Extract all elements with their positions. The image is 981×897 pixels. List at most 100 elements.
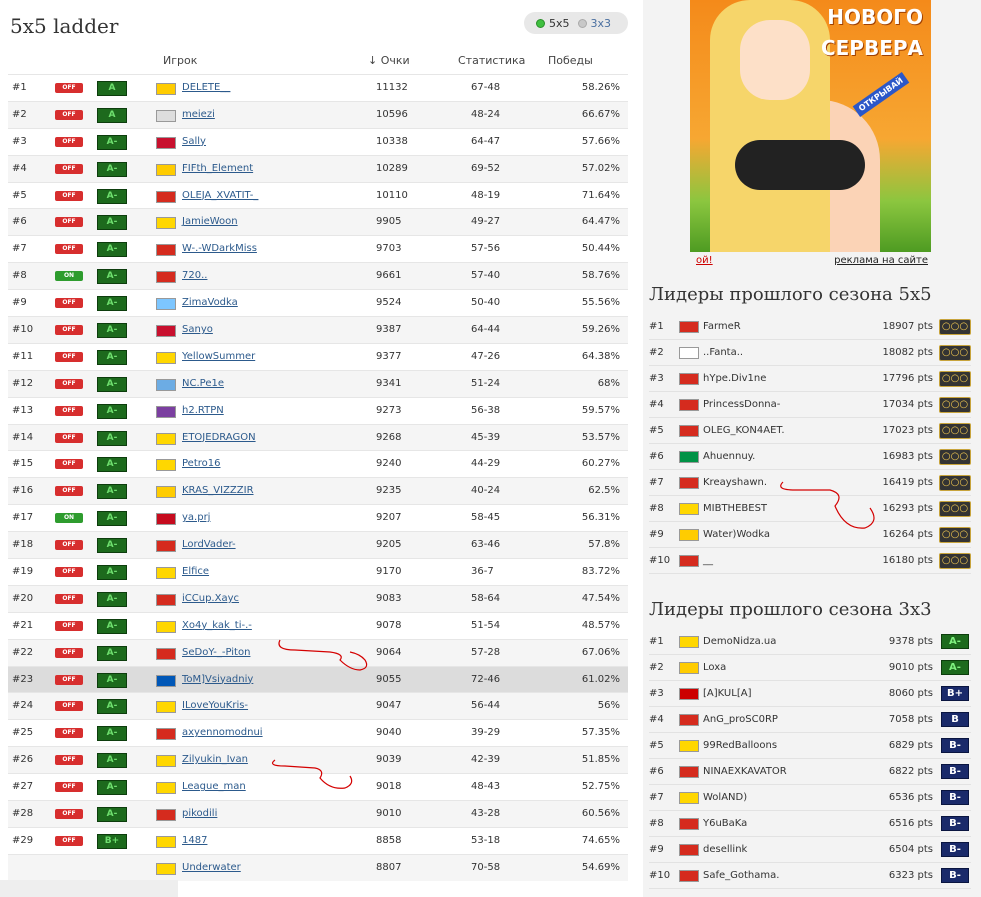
points-value: 6516 pts xyxy=(888,818,933,829)
points-value: 9083 xyxy=(376,592,402,604)
stats-value: 64-44 xyxy=(471,324,501,336)
column-stats[interactable]: Статистика xyxy=(458,54,525,67)
player-link[interactable]: Elfice xyxy=(182,566,209,577)
player-name[interactable]: __ xyxy=(703,555,713,566)
rank-label: #8 xyxy=(12,270,27,282)
status-badge: ON xyxy=(55,513,83,524)
level-badge: B xyxy=(941,712,969,727)
olympic-rings-icon: ○○○ xyxy=(939,397,971,413)
player-name[interactable]: MIBTHEBEST xyxy=(703,503,767,514)
table-row: #5 OFF A- OLEJA_XVATIT-_ 10110 48-19 71.64% xyxy=(8,181,628,209)
player-link[interactable]: ILoveYouKris- xyxy=(182,700,248,711)
player-link[interactable]: W-.-WDarkMiss xyxy=(182,243,257,254)
leader-row: #10 __ 16180 pts ○○○ xyxy=(649,548,971,574)
advertisement-banner[interactable]: НОВОГО СЕРВЕРА ОТКРЫВАЙ xyxy=(690,0,931,252)
player-name[interactable]: 99RedBalloons xyxy=(703,740,777,751)
player-link[interactable]: Sally xyxy=(182,136,206,147)
player-name[interactable]: ..Fanta.. xyxy=(703,347,743,358)
player-name[interactable]: Water)Wodka xyxy=(703,529,770,540)
player-name[interactable]: DemoNidza.ua xyxy=(703,636,776,647)
player-link[interactable]: ETOJEDRAGON xyxy=(182,432,256,443)
level-badge: A- xyxy=(97,538,127,554)
player-name[interactable]: OLEG_KON4AET. xyxy=(703,425,785,436)
player-link[interactable]: ZimaVodka xyxy=(182,297,238,308)
player-link[interactable]: Xo4y_kak_ti-.- xyxy=(182,620,252,631)
horizontal-scrollbar[interactable] xyxy=(0,880,178,897)
ad-figure-face xyxy=(740,20,810,100)
level-badge: A- xyxy=(97,591,127,607)
column-wins[interactable]: Победы xyxy=(548,54,593,67)
table-row: #4 OFF A- FIFth_Element 10289 69-52 57.02% xyxy=(8,154,628,182)
points-value: 17023 pts xyxy=(882,425,933,436)
ad-link-right[interactable]: реклама на сайте xyxy=(834,255,928,266)
player-link[interactable]: pikodili xyxy=(182,808,217,819)
player-link[interactable]: Zilyukin_Ivan xyxy=(182,754,248,765)
stats-value: 64-47 xyxy=(471,135,501,147)
player-name[interactable]: Loxa xyxy=(703,662,726,673)
rank-label: #10 xyxy=(649,870,671,881)
mode-option-3x3[interactable]: 3x3 xyxy=(577,17,611,30)
player-name[interactable]: NINAEXKAVATOR xyxy=(703,766,787,777)
rank-label: #14 xyxy=(12,431,34,443)
points-value: 9377 xyxy=(376,350,402,362)
player-name[interactable]: FarmeR xyxy=(703,321,741,332)
player-link[interactable]: JamieWoon xyxy=(182,216,238,227)
level-badge: A- xyxy=(97,188,127,204)
mode-switch[interactable]: 5x5 3x3 xyxy=(524,12,628,34)
player-link[interactable]: FIFth_Element xyxy=(182,163,253,174)
player-name[interactable]: desellink xyxy=(703,844,747,855)
player-link[interactable]: iCCup.Xayc xyxy=(182,593,239,604)
player-link[interactable]: axyennomodnui xyxy=(182,727,263,738)
status-badge: OFF xyxy=(55,325,83,336)
level-badge: B- xyxy=(941,842,969,857)
player-name[interactable]: [A]KUL[A] xyxy=(703,688,751,699)
column-points[interactable]: ↓ Очки xyxy=(368,54,410,67)
player-link[interactable]: 720.. xyxy=(182,270,207,281)
column-player[interactable]: Игрок xyxy=(163,54,197,67)
player-link[interactable]: NC.Pe1e xyxy=(182,378,224,389)
player-link[interactable]: YellowSummer xyxy=(182,351,255,362)
mode-option-5x5[interactable]: 5x5 xyxy=(536,17,570,30)
player-link[interactable]: KRAS_VIZZZIR xyxy=(182,485,254,496)
player-link[interactable]: League_man xyxy=(182,781,246,792)
player-link[interactable]: Sanyo xyxy=(182,324,213,335)
player-link[interactable]: Petro16 xyxy=(182,458,220,469)
points-value: 18082 pts xyxy=(882,347,933,358)
rank-label: #5 xyxy=(12,189,27,201)
player-link[interactable]: meiezi xyxy=(182,109,215,120)
player-link[interactable]: DELETE__ xyxy=(182,82,230,93)
player-name[interactable]: Ahuennuy. xyxy=(703,451,755,462)
country-flag-icon xyxy=(156,835,176,848)
rank-label: #3 xyxy=(649,688,664,699)
level-badge: A- xyxy=(97,376,127,392)
country-flag-icon xyxy=(156,244,176,257)
player-link[interactable]: LordVader- xyxy=(182,539,236,550)
ad-link-left[interactable]: ой! xyxy=(696,255,713,266)
player-link[interactable]: ya.prj xyxy=(182,512,210,523)
player-name[interactable]: AnG_proSC0RP xyxy=(703,714,778,725)
player-name[interactable]: Kreayshawn. xyxy=(703,477,767,488)
wins-value: 51.85% xyxy=(581,754,620,766)
player-name[interactable]: Y6uBaKa xyxy=(703,818,747,829)
wins-value: 59.57% xyxy=(581,404,620,416)
rank-label: #21 xyxy=(12,619,34,631)
wins-value: 57.35% xyxy=(581,727,620,739)
player-link[interactable]: ToM]Vsiyadniy xyxy=(182,674,253,685)
player-name[interactable]: WolAND) xyxy=(703,792,747,803)
leader-row: #8 Y6uBaKa 6516 pts B- xyxy=(649,811,971,837)
player-link[interactable]: 1487 xyxy=(182,835,207,846)
points-value: 9240 xyxy=(376,458,402,470)
table-row: #10 OFF A- Sanyo 9387 64-44 59.26% xyxy=(8,316,628,343)
player-name[interactable]: PrincessDonna- xyxy=(703,399,780,410)
player-link[interactable]: h2.RTPN xyxy=(182,405,224,416)
wins-value: 55.56% xyxy=(581,297,620,309)
rank-label: #12 xyxy=(12,377,34,389)
points-value: 10596 xyxy=(376,108,408,120)
player-name[interactable]: hYpe.Div1ne xyxy=(703,373,766,384)
stats-value: 57-56 xyxy=(471,243,501,255)
player-link[interactable]: Underwater xyxy=(182,862,241,873)
player-link[interactable]: SeDoY-_-Piton xyxy=(182,647,250,658)
country-flag-icon xyxy=(156,271,176,284)
player-link[interactable]: OLEJA_XVATIT-_ xyxy=(182,190,258,201)
player-name[interactable]: Safe_Gothama. xyxy=(703,870,779,881)
